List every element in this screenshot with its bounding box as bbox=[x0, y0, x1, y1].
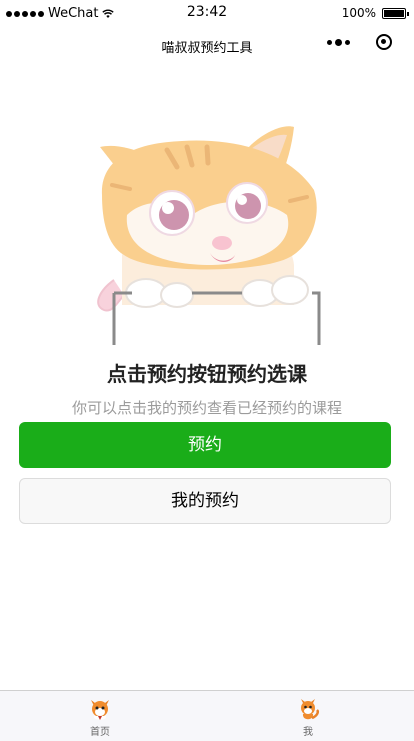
cat-illustration bbox=[97, 126, 321, 345]
tab-bar: 首页 我 bbox=[0, 690, 414, 741]
navigation-bar: 喵叔叔预约工具 bbox=[0, 28, 414, 62]
cat-icon bbox=[91, 700, 109, 720]
menu-capsule bbox=[327, 34, 392, 50]
tab-me-label: 我 bbox=[303, 727, 313, 738]
fox-icon bbox=[301, 699, 320, 720]
book-button[interactable]: 预约 bbox=[19, 422, 391, 468]
close-miniprogram-icon[interactable] bbox=[376, 34, 392, 50]
my-bookings-button[interactable]: 我的预约 bbox=[19, 478, 391, 524]
battery-area: 100% bbox=[341, 6, 409, 20]
headline: 点击预约按钮预约选课 bbox=[107, 362, 307, 386]
tab-home-label: 首页 bbox=[90, 727, 110, 738]
status-bar: WeChat 23:42 100% bbox=[0, 0, 414, 28]
battery-icon bbox=[382, 7, 409, 19]
tab-me[interactable]: 我 bbox=[278, 694, 338, 738]
battery-percent: 100% bbox=[341, 6, 376, 20]
tab-home[interactable]: 首页 bbox=[70, 694, 130, 738]
subline: 你可以点击我的预约查看已经预约的课程 bbox=[71, 399, 342, 417]
more-icon[interactable] bbox=[327, 38, 350, 46]
